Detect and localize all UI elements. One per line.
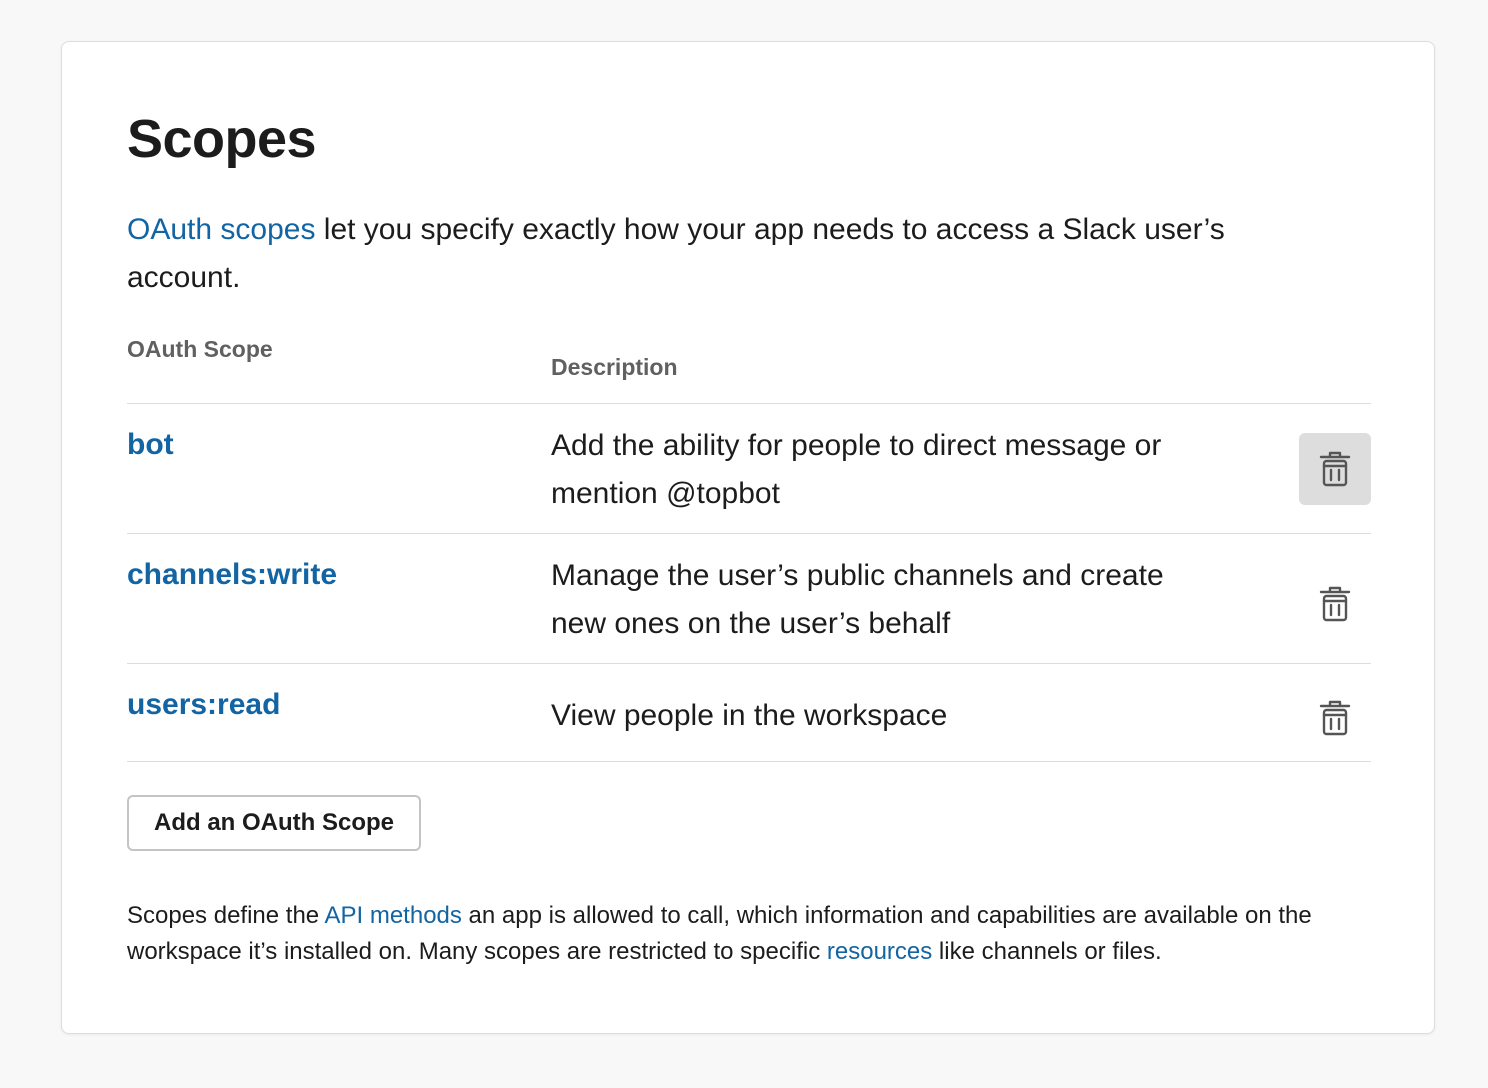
scope-description: Add the ability for people to direct mes… <box>551 429 1162 510</box>
page-title: Scopes <box>127 109 317 169</box>
trash-icon <box>1319 586 1351 622</box>
oauth-scopes-link[interactable]: OAuth scopes <box>127 213 315 246</box>
column-header-scope: OAuth Scope <box>127 336 273 362</box>
scopes-intro: OAuth scopes let you specify exactly how… <box>127 206 1307 302</box>
scopes-card: Scopes OAuth scopes let you specify exac… <box>61 41 1435 1034</box>
delete-scope-button[interactable] <box>1299 568 1371 640</box>
scopes-footnote: Scopes define the API methods an app is … <box>127 898 1371 970</box>
api-methods-link[interactable]: API methods <box>324 902 461 929</box>
trash-icon <box>1319 700 1351 736</box>
scope-description: Manage the user’s public channels and cr… <box>551 559 1164 640</box>
table-row: users:read View people in the workspace <box>127 664 1371 762</box>
table-row: channels:write Manage the user’s public … <box>127 534 1371 664</box>
scope-name[interactable]: users:read <box>127 688 280 722</box>
scope-description: View people in the workspace <box>551 699 948 732</box>
footer-text: like channels or files. <box>932 938 1162 965</box>
resources-link[interactable]: resources <box>827 938 932 965</box>
scope-name[interactable]: channels:write <box>127 558 337 592</box>
delete-scope-button[interactable] <box>1299 433 1371 505</box>
trash-icon <box>1319 451 1351 487</box>
scope-name[interactable]: bot <box>127 428 174 462</box>
delete-scope-button[interactable] <box>1299 682 1371 754</box>
table-row: bot Add the ability for people to direct… <box>127 404 1371 534</box>
add-oauth-scope-button[interactable]: Add an OAuth Scope <box>127 795 421 851</box>
table-bottom-divider <box>127 761 1371 762</box>
column-header-description: Description <box>551 354 678 380</box>
footer-text: Scopes define the <box>127 902 325 929</box>
